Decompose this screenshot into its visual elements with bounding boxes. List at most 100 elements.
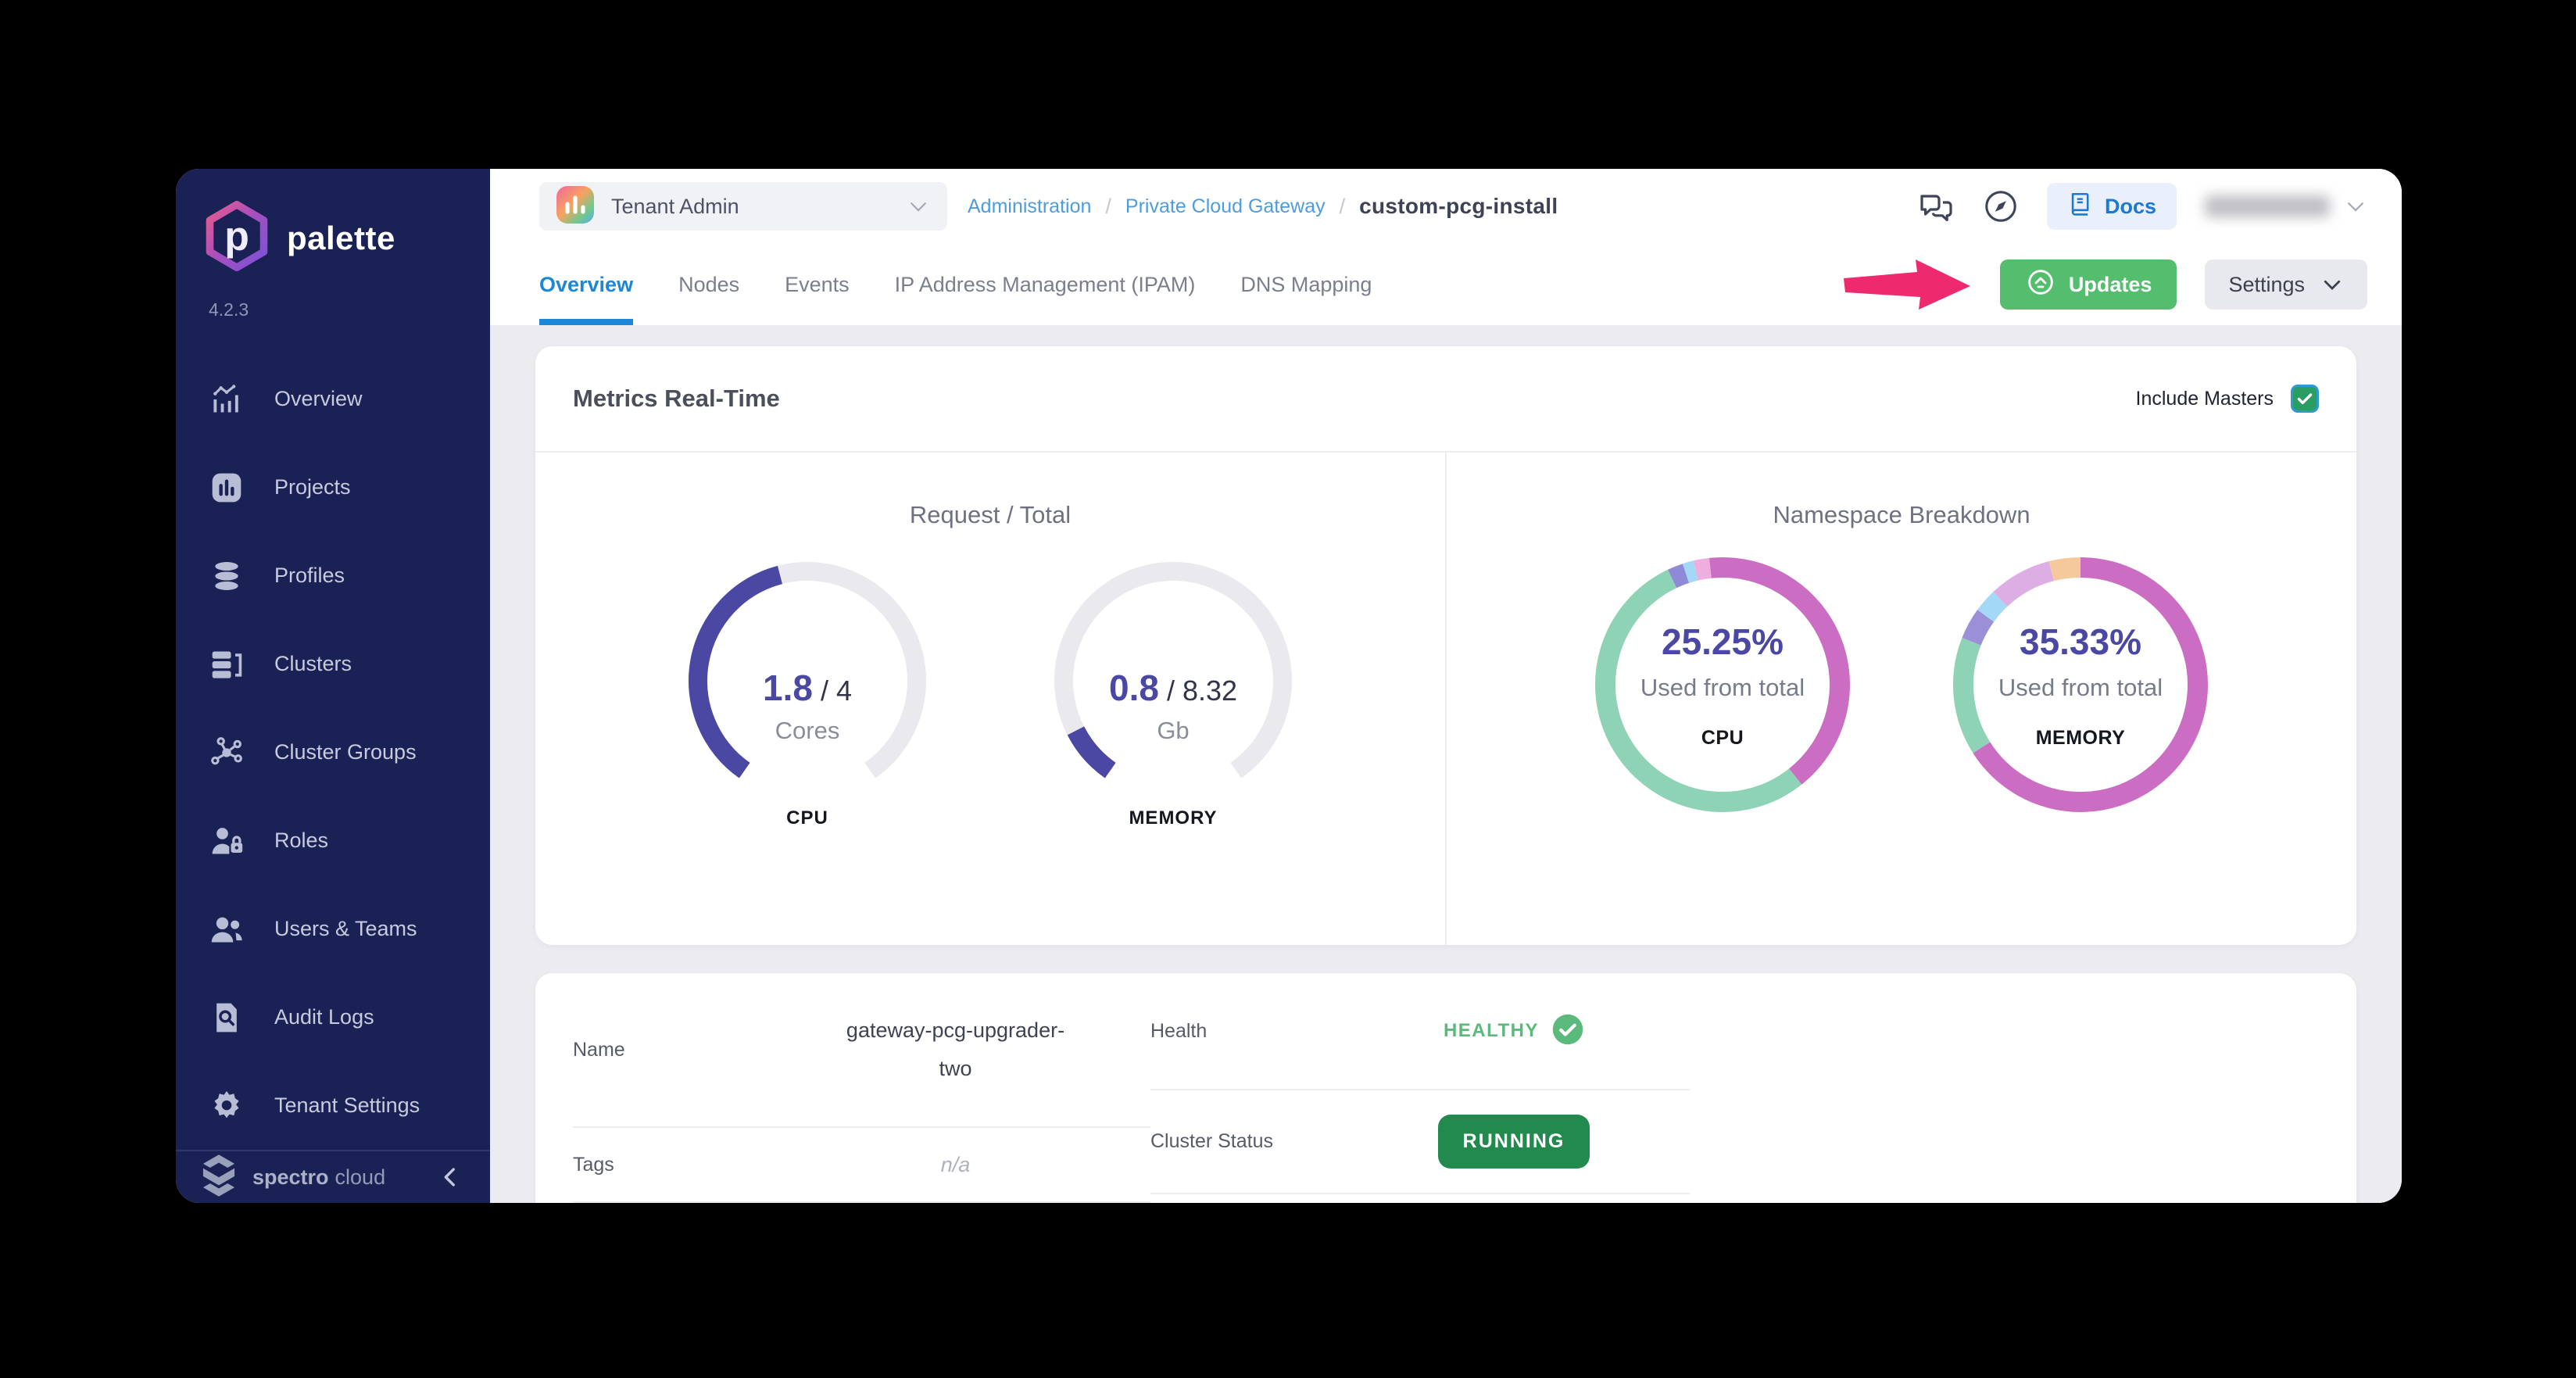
- breadcrumb-link-administration[interactable]: Administration: [968, 195, 1091, 218]
- users-teams-icon: [209, 912, 245, 947]
- detail-value: n/a: [941, 1153, 971, 1177]
- app-version: 4.2.3: [176, 276, 490, 320]
- donut-center-text: 35.33%Used from totalMEMORY: [1952, 556, 2209, 814]
- sidebar-item-clusters[interactable]: Clusters: [176, 620, 490, 708]
- cluster-details-card: Namegateway-pcg-upgrader-two Tags n/a Heal…: [535, 973, 2356, 1203]
- sidebar-item-roles[interactable]: Roles: [176, 796, 490, 885]
- breadcrumb-separator: /: [1105, 195, 1111, 219]
- check-circle-icon: [1551, 1013, 1584, 1050]
- tenant-scope-selector[interactable]: Tenant Admin: [539, 182, 947, 231]
- breadcrumb: Administration/Private Cloud Gateway/cus…: [968, 194, 1558, 219]
- user-name-redacted: [2205, 195, 2330, 217]
- projects-icon: [209, 471, 245, 505]
- metrics-body: Request / Total 1.8 / 4CoresCPU0.8 / 8.3…: [535, 453, 2356, 945]
- detail-label: Tags: [573, 1154, 760, 1176]
- chevron-down-icon: [907, 195, 930, 218]
- donut-charts: 25.25%Used from totalCPU 35.33% Used from …: [1594, 556, 2209, 814]
- docs-button[interactable]: Docs: [2047, 183, 2177, 230]
- book-icon: [2067, 191, 2094, 223]
- tabs-actions: Updates Settings: [1839, 247, 2367, 322]
- include-masters-control: Include Masters: [2136, 385, 2319, 413]
- tab-overview[interactable]: Overview: [539, 244, 633, 325]
- sidebar-item-profiles[interactable]: Profiles: [176, 532, 490, 620]
- brand: p palette: [176, 169, 490, 276]
- include-masters-checkbox[interactable]: [2291, 385, 2319, 413]
- detail-row-tags: Tags n/a: [573, 1128, 1150, 1203]
- donut-memory: 35.33%Used from totalMEMORY: [1952, 556, 2209, 814]
- tab-ip-address-management-ipam[interactable]: IP Address Management (IPAM): [895, 244, 1196, 325]
- request-total-pane: Request / Total 1.8 / 4CoresCPU0.8 / 8.3…: [535, 453, 1445, 945]
- sidebar-item-label: Projects: [274, 475, 351, 499]
- topbar-actions: Docs: [1917, 183, 2367, 230]
- user-menu[interactable]: [2205, 195, 2367, 218]
- detail-value-cell: HEALTHY: [1338, 1013, 1690, 1050]
- donut-center-text: 25.25%Used from totalCPU: [1594, 556, 1852, 814]
- detail-row-name: Namegateway-pcg-upgrader-two: [573, 973, 1150, 1128]
- sidebar-item-cluster-groups[interactable]: Cluster Groups: [176, 708, 490, 796]
- page-content: Metrics Real-Time Include Masters Reques…: [490, 325, 2402, 1203]
- docs-button-label: Docs: [2105, 195, 2156, 219]
- donut-caption: Used from total: [1998, 674, 2163, 702]
- overview-icon: [209, 382, 245, 417]
- sidebar-item-audit-logs[interactable]: Audit Logs: [176, 973, 490, 1061]
- topbar: Tenant Admin Administration / Private Clou…: [490, 169, 2402, 244]
- sidebar-item-users-teams[interactable]: Users & Teams: [176, 885, 490, 973]
- gauge-unit: Gb: [1040, 717, 1306, 745]
- sidebar-item-label: Cluster Groups: [274, 740, 417, 764]
- detail-value-cell: n/a: [760, 1153, 1150, 1177]
- annotation-arrow-icon: [1839, 247, 1977, 322]
- detail-value-cell: RUNNING: [1338, 1115, 1690, 1169]
- metrics-card-header: Metrics Real-Time Include Masters: [535, 346, 2356, 453]
- settings-button-label: Settings: [2228, 273, 2305, 297]
- brand-name: palette: [287, 220, 395, 257]
- desktop-background: p palette 4.2.3 Overview Projects Profiles…: [0, 0, 2576, 1378]
- donut-ring: 35.33%Used from totalMEMORY: [1952, 556, 2209, 814]
- tenant-selector-label: Tenant Admin: [611, 195, 739, 219]
- palette-logo-icon: p: [201, 200, 273, 276]
- sidebar-item-label: Tenant Settings: [274, 1093, 420, 1118]
- sidebar-item-label: Profiles: [274, 564, 345, 588]
- sidebar-item-label: Users & Teams: [274, 917, 417, 941]
- donut-percent: 25.25%: [1662, 621, 1784, 663]
- tab-events[interactable]: Events: [785, 244, 850, 325]
- gauge-cpu: 1.8 / 4CoresCPU: [674, 556, 940, 829]
- profiles-icon: [209, 559, 245, 593]
- include-masters-label: Include Masters: [2136, 388, 2274, 410]
- breadcrumb-link-private-cloud-gateway[interactable]: Private Cloud Gateway: [1125, 195, 1326, 218]
- gauge-label: MEMORY: [1129, 807, 1217, 829]
- updates-button[interactable]: Updates: [2000, 259, 2177, 310]
- sidebar: p palette 4.2.3 Overview Projects Profiles…: [176, 169, 490, 1203]
- sidebar-item-tenant-settings[interactable]: Tenant Settings: [176, 1061, 490, 1150]
- upgrade-circle-icon: [2025, 267, 2056, 303]
- settings-button[interactable]: Settings: [2205, 259, 2367, 310]
- metrics-card-title: Metrics Real-Time: [573, 385, 780, 413]
- main-area: Tenant Admin Administration / Private Clou…: [490, 169, 2402, 1203]
- donut-percent: 35.33%: [2020, 621, 2141, 663]
- sidebar-item-projects[interactable]: Projects: [176, 443, 490, 532]
- sidebar-item-label: Overview: [274, 387, 363, 411]
- compass-help-icon[interactable]: [1983, 188, 2019, 224]
- sidebar-collapse-chevron-icon[interactable]: [437, 1164, 463, 1190]
- namespace-breakdown-pane: Namespace Breakdown 25.25%Used from tota…: [1445, 453, 2356, 945]
- details-column-spacer: [1690, 973, 2356, 1203]
- gear-icon: [209, 1089, 245, 1123]
- gauge-unit: Cores: [674, 717, 940, 745]
- tab-nodes[interactable]: Nodes: [678, 244, 739, 325]
- sidebar-item-label: Audit Logs: [274, 1005, 374, 1029]
- tab-dns-mapping[interactable]: DNS Mapping: [1240, 244, 1372, 325]
- cluster-groups-icon: [209, 736, 245, 770]
- gauge-arc: 0.8 / 8.32Gb: [1040, 556, 1306, 790]
- feedback-chat-icon[interactable]: [1917, 188, 1955, 225]
- app-window: p palette 4.2.3 Overview Projects Profiles…: [176, 169, 2402, 1203]
- detail-row-cluster-status: Cluster StatusRUNNING: [1150, 1090, 1690, 1194]
- detail-value-cell: gateway-pcg-upgrader-two: [760, 1011, 1150, 1087]
- detail-row-health: HealthHEALTHY: [1150, 973, 1690, 1090]
- donut-cpu: 25.25%Used from totalCPU: [1594, 556, 1852, 814]
- tabs-bar: Overview Nodes Events IP Address Management…: [490, 244, 2402, 325]
- detail-value: gateway-pcg-upgrader-two: [835, 1011, 1077, 1087]
- detail-label: Health: [1150, 1020, 1338, 1043]
- chevron-down-icon: [2320, 273, 2344, 296]
- spectro-cloud-logo-icon: [198, 1153, 240, 1202]
- sidebar-item-overview[interactable]: Overview: [176, 355, 490, 443]
- clusters-icon: [209, 647, 245, 682]
